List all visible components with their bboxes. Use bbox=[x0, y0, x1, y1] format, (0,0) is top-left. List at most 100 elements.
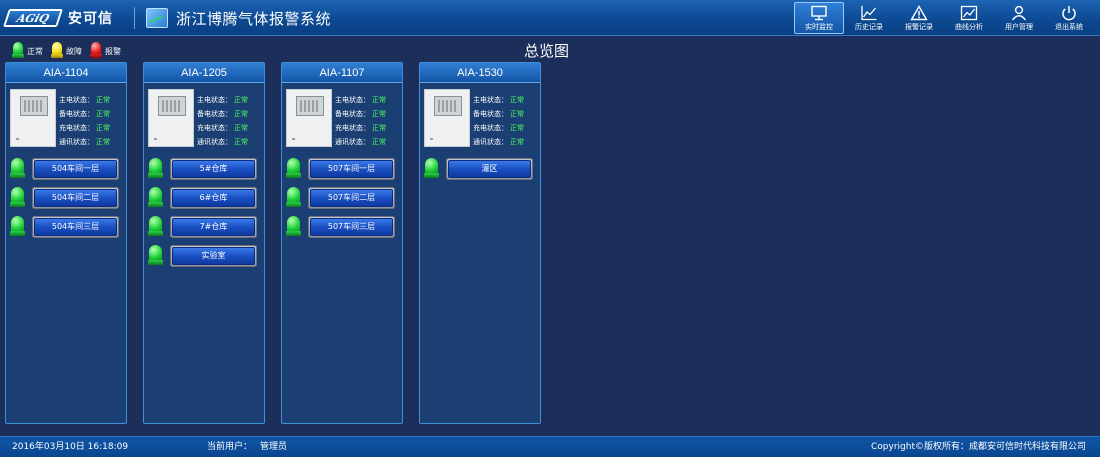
status-row-charge: 充电状态： 正常 bbox=[335, 124, 386, 132]
analysis-chart-icon bbox=[960, 5, 978, 21]
zone-row: 504车间一层 bbox=[10, 157, 119, 181]
zone-row: 灌区 bbox=[424, 157, 533, 181]
zone-button[interactable]: 507车间三层 bbox=[308, 216, 395, 238]
status-row-backup: 备电状态： 正常 bbox=[473, 110, 524, 118]
zone-row: 7#仓库 bbox=[148, 215, 257, 239]
main-nav: 实时监控 历史记录 报警记录 曲线分析 用户管理 退出系统 bbox=[794, 2, 1094, 34]
status-value: 正常 bbox=[96, 110, 110, 118]
nav-user-management[interactable]: 用户管理 bbox=[994, 2, 1044, 34]
controller-panel: AIA-1104 主电状态： 正常 备电状态： 正常 充电状态： 正常 通讯状态： 正常 504车… bbox=[5, 62, 127, 424]
zone-row: 504车间二层 bbox=[10, 186, 119, 210]
zone-button[interactable]: 507车间二层 bbox=[308, 187, 395, 209]
status-value: 正常 bbox=[234, 138, 248, 146]
nav-realtime-monitor[interactable]: 实时监控 bbox=[794, 2, 844, 34]
zone-label: 504车间二层 bbox=[34, 189, 117, 207]
page-title: 总览图 bbox=[524, 42, 570, 60]
zone-button[interactable]: 灌区 bbox=[446, 158, 533, 180]
status-value: 正常 bbox=[510, 96, 524, 104]
zone-button[interactable]: 504车间一层 bbox=[32, 158, 119, 180]
brand-name: 安可信 bbox=[68, 11, 113, 27]
status-row-backup: 备电状态： 正常 bbox=[197, 110, 248, 118]
user-icon bbox=[1011, 5, 1027, 21]
zone-label: 7#仓库 bbox=[172, 218, 255, 236]
green-lamp-icon bbox=[424, 158, 439, 180]
brand-logo: AGiQ 安可信 bbox=[3, 6, 113, 30]
zone-row: 实验室 bbox=[148, 244, 257, 268]
green-lamp-icon bbox=[148, 187, 163, 209]
zone-label: 6#仓库 bbox=[172, 189, 255, 207]
status-list: 主电状态： 正常 备电状态： 正常 充电状态： 正常 通讯状态： 正常 bbox=[335, 93, 386, 149]
status-value: 正常 bbox=[510, 110, 524, 118]
status-row-charge: 充电状态： 正常 bbox=[197, 124, 248, 132]
status-value: 正常 bbox=[96, 96, 110, 104]
controller-device-image bbox=[424, 89, 470, 147]
status-value: 正常 bbox=[372, 96, 386, 104]
zone-button[interactable]: 7#仓库 bbox=[170, 216, 257, 238]
green-lamp-icon bbox=[286, 187, 301, 209]
controller-panel: AIA-1107 主电状态： 正常 备电状态： 正常 充电状态： 正常 通讯状态： 正常 507车… bbox=[281, 62, 403, 424]
green-lamp-icon bbox=[286, 216, 301, 238]
green-lamp-icon bbox=[10, 158, 25, 180]
status-value: 正常 bbox=[372, 138, 386, 146]
red-lamp-icon bbox=[90, 42, 102, 60]
zone-label: 507车间三层 bbox=[310, 218, 393, 236]
zone-row: 507车间三层 bbox=[286, 215, 395, 239]
status-value: 正常 bbox=[510, 124, 524, 132]
zone-button[interactable]: 504车间二层 bbox=[32, 187, 119, 209]
legend-alarm: 报警 bbox=[90, 42, 121, 60]
status-value: 正常 bbox=[372, 110, 386, 118]
green-lamp-icon bbox=[148, 158, 163, 180]
status-row-comm: 通讯状态： 正常 bbox=[197, 138, 248, 146]
status-list: 主电状态： 正常 备电状态： 正常 充电状态： 正常 通讯状态： 正常 bbox=[59, 93, 110, 149]
zone-label: 504车间三层 bbox=[34, 218, 117, 236]
controller-panel: AIA-1530 主电状态： 正常 备电状态： 正常 充电状态： 正常 通讯状态： 正常 灌区 bbox=[419, 62, 541, 424]
zone-label: 5#仓库 bbox=[172, 160, 255, 178]
green-lamp-icon bbox=[148, 245, 163, 267]
status-row-main: 主电状态： 正常 bbox=[473, 96, 524, 104]
zone-row: 5#仓库 bbox=[148, 157, 257, 181]
green-lamp-icon bbox=[12, 42, 24, 60]
user-name: 管理员 bbox=[260, 442, 288, 452]
app-header: AGiQ 安可信 浙江博腾气体报警系统 实时监控 历史记录 报警记录 曲线分析 … bbox=[0, 0, 1100, 36]
panel-title: AIA-1104 bbox=[6, 63, 126, 83]
green-lamp-icon bbox=[286, 158, 301, 180]
status-row-main: 主电状态： 正常 bbox=[59, 96, 110, 104]
status-list: 主电状态： 正常 备电状态： 正常 充电状态： 正常 通讯状态： 正常 bbox=[197, 93, 248, 149]
zone-label: 灌区 bbox=[448, 160, 531, 178]
panel-title: AIA-1205 bbox=[144, 63, 264, 83]
zone-button[interactable]: 5#仓库 bbox=[170, 158, 257, 180]
legend-normal: 正常 bbox=[12, 42, 43, 60]
zone-button[interactable]: 507车间一层 bbox=[308, 158, 395, 180]
status-value: 正常 bbox=[234, 124, 248, 132]
controller-device-image bbox=[148, 89, 194, 147]
controller-panel: AIA-1205 主电状态： 正常 备电状态： 正常 充电状态： 正常 通讯状态： 正常 5#仓库… bbox=[143, 62, 265, 424]
status-row-charge: 充电状态： 正常 bbox=[473, 124, 524, 132]
copyright: Copyright©版权所有：成都安可信时代科技有限公司 bbox=[871, 442, 1086, 452]
status-value: 正常 bbox=[234, 110, 248, 118]
status-row-main: 主电状态： 正常 bbox=[197, 96, 248, 104]
controller-device-image bbox=[286, 89, 332, 147]
nav-alarm-records[interactable]: 报警记录 bbox=[894, 2, 944, 34]
system-title: 浙江博腾气体报警系统 bbox=[176, 10, 332, 28]
monitor-icon bbox=[811, 5, 827, 21]
green-lamp-icon bbox=[10, 187, 25, 209]
status-value: 正常 bbox=[372, 124, 386, 132]
line-chart-icon bbox=[861, 6, 877, 21]
status-bar: 2016年03月10日 16:18:09 当前用户： 管理员 Copyright©… bbox=[0, 436, 1100, 457]
zone-button[interactable]: 504车间三层 bbox=[32, 216, 119, 238]
nav-exit-system[interactable]: 退出系统 bbox=[1044, 2, 1094, 34]
nav-history[interactable]: 历史记录 bbox=[844, 2, 894, 34]
zone-row: 504车间三层 bbox=[10, 215, 119, 239]
status-value: 正常 bbox=[510, 138, 524, 146]
panel-title: AIA-1107 bbox=[282, 63, 402, 83]
zone-button[interactable]: 实验室 bbox=[170, 245, 257, 267]
status-row-comm: 通讯状态： 正常 bbox=[335, 138, 386, 146]
zone-button[interactable]: 6#仓库 bbox=[170, 187, 257, 209]
logo-mark: AGiQ bbox=[3, 9, 63, 27]
nav-curve-analysis[interactable]: 曲线分析 bbox=[944, 2, 994, 34]
panel-title: AIA-1530 bbox=[420, 63, 540, 83]
zone-label: 实验室 bbox=[172, 247, 255, 265]
status-row-comm: 通讯状态： 正常 bbox=[59, 138, 110, 146]
status-row-backup: 备电状态： 正常 bbox=[335, 110, 386, 118]
status-row-backup: 备电状态： 正常 bbox=[59, 110, 110, 118]
